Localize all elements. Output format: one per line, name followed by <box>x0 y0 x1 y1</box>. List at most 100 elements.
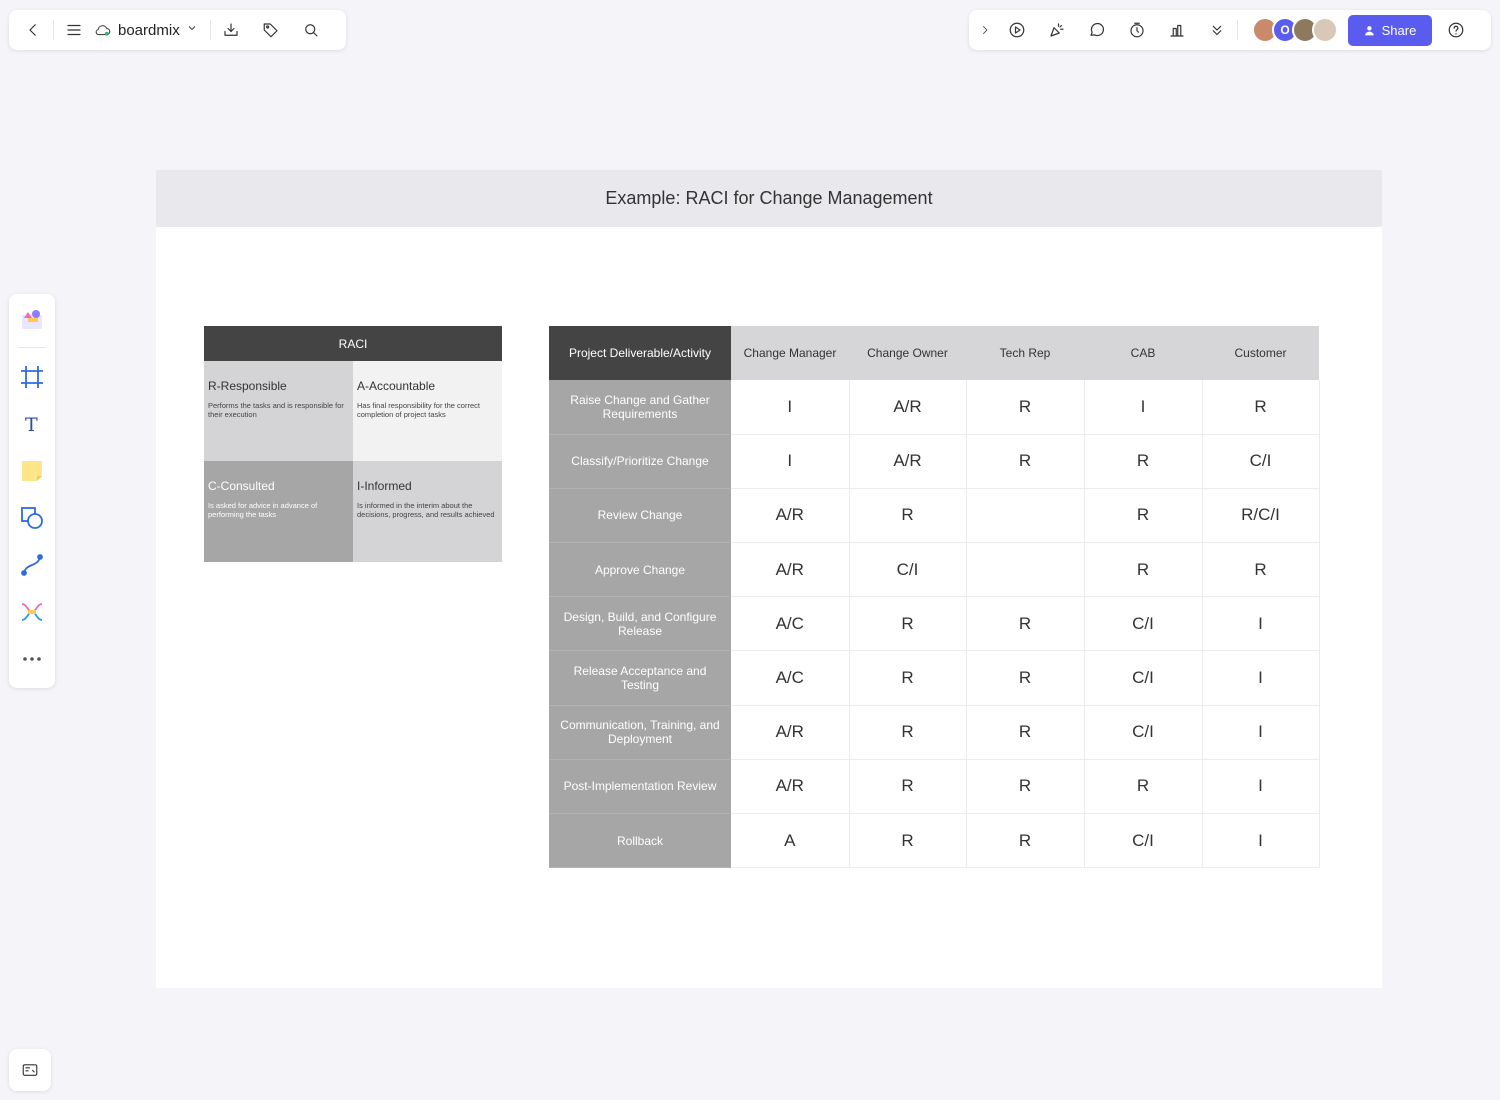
table-cell: R <box>849 759 967 815</box>
table-cell: R <box>1084 759 1203 815</box>
help-icon[interactable] <box>1442 16 1470 44</box>
table-cell: C/I <box>1202 434 1320 489</box>
table-cell: R <box>849 596 967 652</box>
activity-cell: Design, Build, and Configure Release <box>549 596 731 652</box>
vote-icon[interactable] <box>1163 16 1191 44</box>
table-cell <box>966 488 1085 544</box>
avatar[interactable] <box>1312 17 1338 43</box>
raci-legend[interactable]: RACI R-Responsible Performs the tasks an… <box>204 326 502 562</box>
table-cell: R <box>966 759 1085 815</box>
timer-icon[interactable] <box>1123 16 1151 44</box>
table-cell: C/I <box>1084 596 1203 652</box>
activity-cell: Raise Change and Gather Requirements <box>549 380 731 435</box>
table-row: Communication, Training, and Deployment … <box>549 705 1320 760</box>
table-cell: R <box>849 488 967 544</box>
mindmap-icon[interactable] <box>14 594 50 629</box>
table-cell: R <box>966 596 1085 652</box>
table-cell: R <box>966 434 1085 489</box>
legend-description: Performs the tasks and is responsible fo… <box>208 401 344 419</box>
search-icon[interactable] <box>297 16 325 44</box>
table-cell: I <box>1084 380 1203 435</box>
table-cell: A/C <box>731 596 850 652</box>
legend-term: A-Accountable <box>357 379 436 393</box>
chevron-down-icon <box>186 21 198 39</box>
activity-cell: Post-Implementation Review <box>549 759 731 815</box>
table-cell: I <box>1202 650 1320 706</box>
main-toolbar: boardmix <box>9 10 346 50</box>
table-cell: A/R <box>731 542 850 598</box>
celebrate-icon[interactable] <box>1043 16 1071 44</box>
comment-icon[interactable] <box>1083 16 1111 44</box>
divider <box>1237 20 1238 40</box>
table-row: Review Change A/R R R R/C/I <box>549 488 1320 544</box>
table-cell: R/C/I <box>1202 488 1320 544</box>
table-cell: R <box>1084 488 1203 544</box>
raci-matrix-table[interactable]: Project Deliverable/Activity Change Mana… <box>549 326 1320 869</box>
table-cell: I <box>731 434 850 489</box>
add-user-icon <box>1364 25 1374 35</box>
table-cell: A/R <box>731 488 850 544</box>
file-name-dropdown[interactable]: boardmix <box>88 21 204 39</box>
connector-icon[interactable] <box>14 547 50 582</box>
legend-description: Is asked for advice in advance of perfor… <box>208 501 318 519</box>
activity-cell: Rollback <box>549 813 731 869</box>
back-icon[interactable] <box>19 16 47 44</box>
sticky-note-icon[interactable] <box>14 454 50 489</box>
table-header-row: Project Deliverable/Activity Change Mana… <box>549 326 1319 380</box>
table-row: Release Acceptance and Testing A/C R R C… <box>549 650 1320 706</box>
table-cell: R <box>849 705 967 760</box>
table-cell: C/I <box>849 542 967 598</box>
table-cell: C/I <box>1084 813 1203 869</box>
frame-icon[interactable] <box>14 360 50 395</box>
svg-text:T: T <box>25 414 38 436</box>
table-cell: R <box>966 650 1085 706</box>
table-cell: A/R <box>731 705 850 760</box>
frame-title: Example: RACI for Change Management <box>156 170 1382 227</box>
templates-icon[interactable] <box>14 302 50 337</box>
legend-term: R-Responsible <box>208 379 287 393</box>
activity-cell: Review Change <box>549 488 731 544</box>
raci-legend-title: RACI <box>204 326 502 361</box>
legend-term: I-Informed <box>357 479 412 493</box>
activity-cell: Release Acceptance and Testing <box>549 650 731 706</box>
table-cell: A/R <box>849 380 967 435</box>
table-cell: R <box>966 705 1085 760</box>
raci-legend-responsible: R-Responsible Performs the tasks and is … <box>204 361 353 461</box>
more-down-icon[interactable] <box>1203 16 1231 44</box>
table-row: Approve Change A/R C/I R R <box>549 542 1320 598</box>
table-cell: R <box>1202 542 1320 598</box>
table-cell: R <box>849 650 967 706</box>
table-cell: I <box>1202 813 1320 869</box>
more-icon[interactable] <box>14 641 50 676</box>
table-cell: I <box>731 380 850 435</box>
canvas-frame[interactable]: Example: RACI for Change Management RACI… <box>156 170 1382 988</box>
table-row: Design, Build, and Configure Release A/C… <box>549 596 1320 652</box>
legend-description: Has final responsibility for the correct… <box>357 401 480 419</box>
table-cell: I <box>1202 705 1320 760</box>
table-cell: C/I <box>1084 705 1203 760</box>
chevron-right-icon[interactable] <box>977 16 993 44</box>
share-button[interactable]: Share <box>1348 14 1432 46</box>
share-label: Share <box>1381 22 1417 38</box>
divider <box>53 20 54 40</box>
table-row: Raise Change and Gather Requirements I A… <box>549 380 1320 435</box>
text-icon[interactable]: T <box>14 407 50 442</box>
shape-icon[interactable] <box>14 500 50 535</box>
column-header: CAB <box>1084 326 1202 380</box>
table-cell: R <box>849 813 967 869</box>
tag-icon[interactable] <box>257 16 285 44</box>
column-header: Customer <box>1202 326 1319 380</box>
minimap-toggle-button[interactable] <box>9 1049 51 1091</box>
table-cell: R <box>1084 542 1203 598</box>
table-cell <box>966 542 1085 598</box>
download-icon[interactable] <box>217 16 245 44</box>
raci-legend-accountable: A-Accountable Has final responsibility f… <box>353 361 502 461</box>
divider <box>18 346 46 348</box>
play-icon[interactable] <box>1003 16 1031 44</box>
menu-icon[interactable] <box>60 16 88 44</box>
collaborator-avatars[interactable]: O <box>1252 17 1338 43</box>
raci-legend-informed: I-Informed Is informed in the interim ab… <box>353 461 502 562</box>
activity-cell: Classify/Prioritize Change <box>549 434 731 489</box>
column-header: Tech Rep <box>966 326 1084 380</box>
cloud-icon <box>95 25 111 36</box>
